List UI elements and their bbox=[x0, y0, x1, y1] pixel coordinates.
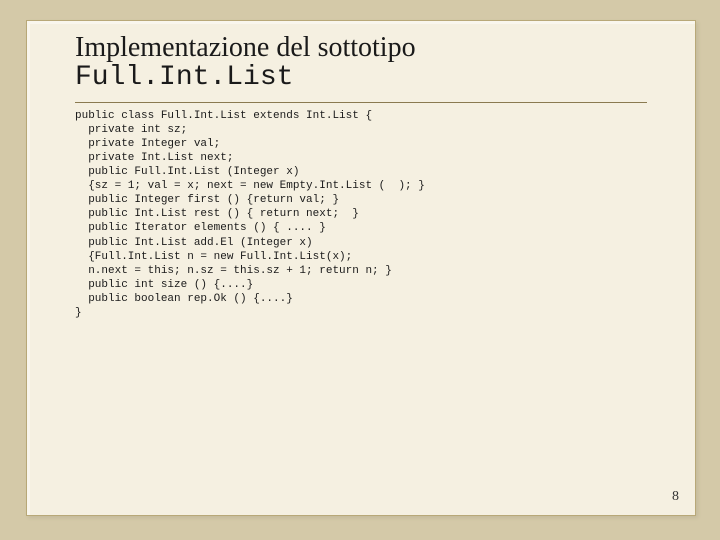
code-line: n.next = this; n.sz = this.sz + 1; retur… bbox=[75, 265, 392, 277]
code-line: {Full.Int.List n = new Full.Int.List(x); bbox=[75, 251, 352, 263]
title-line-1: Implementazione del sottotipo bbox=[75, 33, 647, 64]
code-line: public Full.Int.List (Integer x) bbox=[75, 166, 299, 178]
code-line: public Iterator elements () { .... } bbox=[75, 222, 326, 234]
code-line: public Integer first () {return val; } bbox=[75, 194, 339, 206]
code-line: } bbox=[75, 307, 82, 319]
slide-frame: Implementazione del sottotipo Full.Int.L… bbox=[26, 20, 696, 516]
title-line-2: Full.Int.List bbox=[75, 64, 647, 92]
code-line: public Int.List add.El (Integer x) bbox=[75, 237, 313, 249]
code-line: public class Full.Int.List extends Int.L… bbox=[75, 110, 372, 122]
code-line: public boolean rep.Ok () {....} bbox=[75, 293, 293, 305]
page-number: 8 bbox=[672, 489, 679, 505]
code-line: public int size () {....} bbox=[75, 279, 253, 291]
code-line: {sz = 1; val = x; next = new Empty.Int.L… bbox=[75, 180, 425, 192]
slide-title: Implementazione del sottotipo Full.Int.L… bbox=[27, 21, 695, 98]
code-line: private Int.List next; bbox=[75, 152, 233, 164]
code-line: public Int.List rest () { return next; } bbox=[75, 208, 359, 220]
code-line: private Integer val; bbox=[75, 138, 220, 150]
code-block: public class Full.Int.List extends Int.L… bbox=[27, 103, 695, 320]
code-line: private int sz; bbox=[75, 124, 187, 136]
